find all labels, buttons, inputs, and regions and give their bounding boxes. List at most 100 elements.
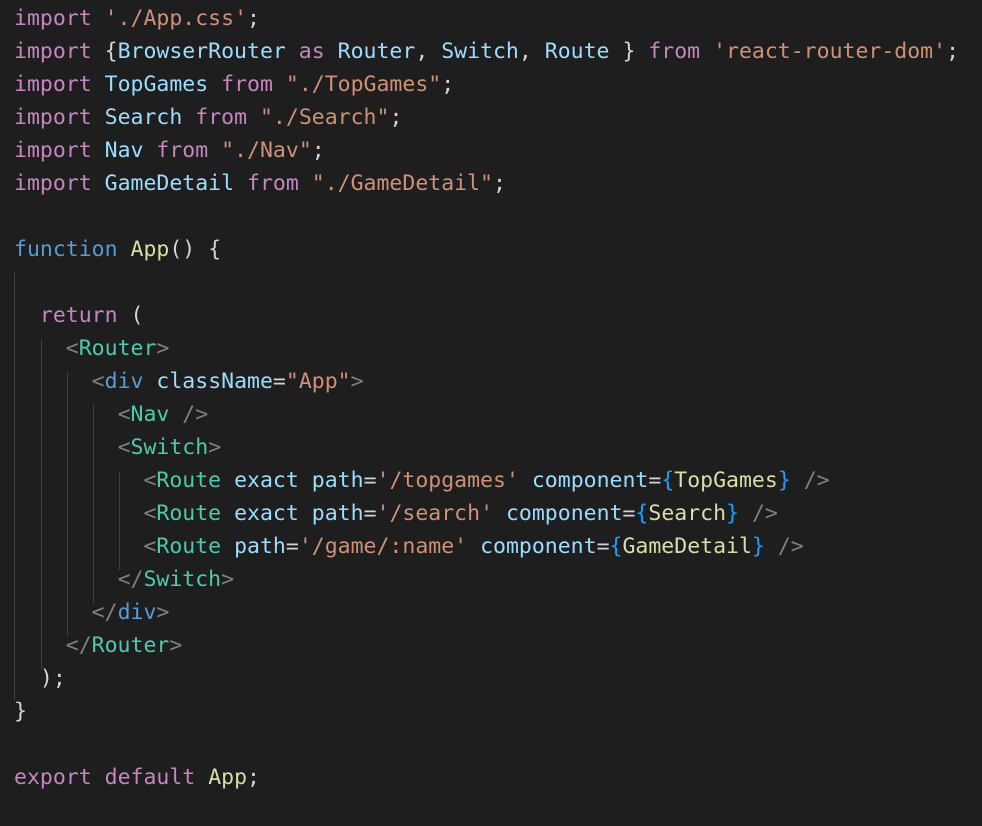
code-token: /> [764,534,804,559]
code-token: > [221,567,235,592]
code-line[interactable]: export default App; [14,761,260,794]
code-line[interactable]: ); [14,662,66,695]
code-line[interactable]: import GameDetail from "./GameDetail"; [14,167,506,200]
code-token: Switch [143,567,222,592]
code-token: from [648,39,701,64]
code-token: Search [648,501,727,526]
code-token: < [143,468,157,493]
code-line[interactable]: </Switch> [14,563,235,596]
code-token: , [518,39,545,64]
code-line[interactable]: <Nav /> [14,398,209,431]
code-token: </ [117,567,144,592]
code-token: as [298,39,325,64]
code-token: GameDetail [622,534,752,559]
code-line[interactable]: function App() { [14,233,221,266]
code-token: ; [389,105,403,130]
code-token: /> [169,402,209,427]
code-editor[interactable]: import './App.css'; import {BrowserRouter… [0,0,982,826]
code-line[interactable]: import Search from "./Search"; [14,101,402,134]
code-token: /> [739,501,778,526]
code-line[interactable]: <Switch> [14,431,222,464]
code-line[interactable]: </div> [14,596,170,629]
code-token: > [350,369,364,394]
code-token: Router [91,633,170,658]
code-token: from [221,72,273,97]
code-line[interactable]: import {BrowserRouter as Router, Switch,… [14,35,959,68]
code-line[interactable]: <div className="App"> [14,365,364,398]
code-line[interactable]: import Nav from "./Nav"; [14,134,325,167]
code-token: '/topgames' [376,468,519,493]
code-token: = [272,369,286,394]
code-line[interactable]: <Router> [14,332,170,365]
code-token: 'react-router-dom' [713,39,947,64]
code-token: ; [247,6,260,31]
code-token: } [609,39,649,64]
code-token: import [14,138,92,163]
code-line[interactable]: import './App.css'; [14,2,260,35]
code-line[interactable]: <Route exact path='/topgames' component=… [14,464,830,497]
code-token: > [208,435,222,460]
code-token: ; [441,72,455,97]
code-line[interactable]: <Route exact path='/search' component={S… [14,497,778,530]
code-token: ; [492,171,506,196]
code-token: < [91,369,105,394]
code-token: = [363,501,377,526]
code-line[interactable]: import TopGames from "./TopGames"; [14,68,454,101]
code-token: Route [156,501,222,526]
code-line[interactable]: </Router> [14,629,183,662]
code-line[interactable]: return ( [14,299,144,332]
code-token: Search [104,105,183,130]
code-token: '/game/:name' [298,534,468,559]
code-token: component [531,468,649,493]
code-token: return [39,303,118,328]
code-token: App [208,765,248,790]
code-token: = [285,534,299,559]
code-token: GameDetail [104,171,235,196]
code-token: = [596,534,610,559]
code-token: , [415,39,442,64]
code-token: Route [544,39,610,64]
code-token: export [14,765,92,790]
code-token: className [156,369,273,394]
code-token: App [130,237,170,262]
code-token: ; [311,138,325,163]
code-line[interactable]: <Route path='/game/:name' component={Gam… [14,530,804,563]
code-token: /> [790,468,830,493]
code-token: div [117,600,157,625]
code-line[interactable]: } [14,695,27,728]
code-token: < [65,336,79,361]
code-token: path [311,468,364,493]
code-token: < [117,402,131,427]
code-token: Route [156,534,222,559]
code-token: } [14,699,27,724]
code-token: exact [234,501,299,526]
code-token: Router [78,336,157,361]
